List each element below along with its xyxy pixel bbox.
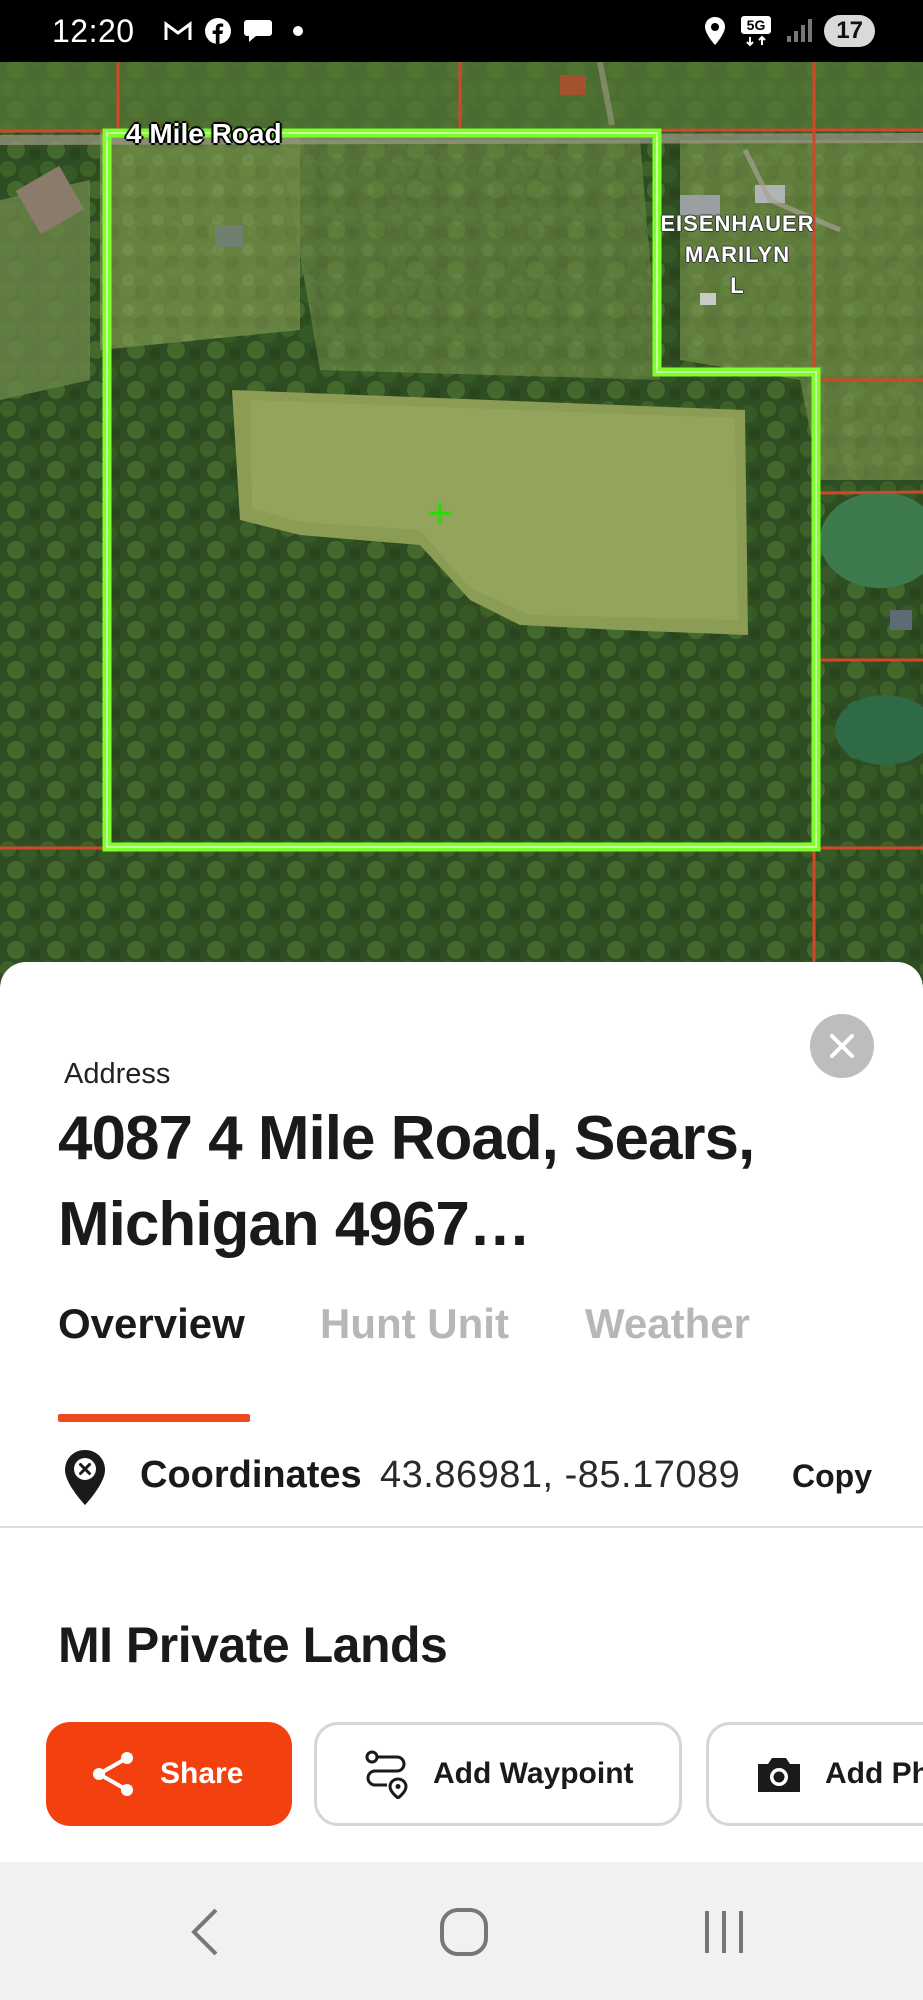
crosshair-icon — [427, 500, 453, 526]
pin-x-icon — [62, 1448, 108, 1508]
close-icon — [830, 1034, 854, 1058]
route-icon — [361, 1748, 413, 1800]
parcel-owner-label: EISENHAUER MARILYN L — [650, 208, 825, 301]
dot-icon — [283, 16, 313, 46]
address-label: Address — [64, 1058, 171, 1090]
copy-coordinates-button[interactable]: Copy — [792, 1458, 872, 1495]
share-icon — [88, 1748, 140, 1800]
coordinates-label: Coordinates — [140, 1454, 362, 1496]
coordinates-row: Coordinates 43.86981, -85.17089 Copy — [0, 1440, 923, 1528]
coordinates-value: 43.86981, -85.17089 — [380, 1454, 741, 1496]
home-icon — [440, 1908, 488, 1956]
facebook-icon — [203, 16, 233, 46]
map-imagery — [0, 62, 923, 982]
owner-line-3: L — [730, 273, 745, 298]
system-nav-bar — [0, 1862, 923, 2000]
status-bar: 12:20 5G 17 — [0, 0, 923, 62]
address-title: 4087 4 Mile Road, Sears, Michigan 4967… — [58, 1104, 755, 1259]
add-photo-button[interactable]: Add Ph — [706, 1722, 923, 1826]
add-waypoint-label: Add Waypoint — [433, 1757, 634, 1790]
network-label: 5G — [747, 17, 766, 33]
owner-line-1: EISENHAUER — [660, 211, 815, 236]
satellite-map[interactable]: 4 Mile Road EISENHAUER MARILYN L — [0, 62, 923, 982]
road-label: 4 Mile Road — [126, 118, 282, 149]
camera-icon — [753, 1748, 805, 1800]
tab-overview[interactable]: Overview — [58, 1300, 245, 1348]
battery-indicator: 17 — [824, 15, 875, 47]
add-waypoint-button[interactable]: Add Waypoint — [314, 1722, 682, 1826]
tab-hunt-unit[interactable]: Hunt Unit — [320, 1300, 509, 1348]
tab-weather[interactable]: Weather — [585, 1300, 750, 1348]
owner-line-2: MARILYN — [684, 242, 791, 267]
recents-icon — [705, 1911, 743, 1953]
share-label: Share — [160, 1757, 244, 1790]
back-icon — [191, 1908, 218, 1956]
notification-icons — [163, 16, 313, 46]
active-tab-indicator — [58, 1414, 250, 1422]
section-title: MI Private Lands — [58, 1617, 448, 1673]
5g-icon: 5G — [740, 16, 774, 47]
close-button[interactable] — [810, 1014, 874, 1078]
chat-icon — [243, 16, 273, 46]
location-icon — [700, 16, 730, 46]
recents-button[interactable] — [694, 1902, 754, 1962]
add-photo-label: Add Ph — [825, 1757, 923, 1790]
signal-icon — [784, 16, 814, 46]
action-buttons-row[interactable]: Share Add Waypoint Add Ph — [0, 1722, 923, 1828]
share-button[interactable]: Share — [46, 1722, 292, 1826]
home-button[interactable] — [434, 1902, 494, 1962]
back-button[interactable] — [176, 1902, 236, 1962]
gmail-icon — [163, 16, 193, 46]
system-icons: 5G 17 — [700, 15, 875, 47]
status-time: 12:20 — [52, 12, 135, 49]
